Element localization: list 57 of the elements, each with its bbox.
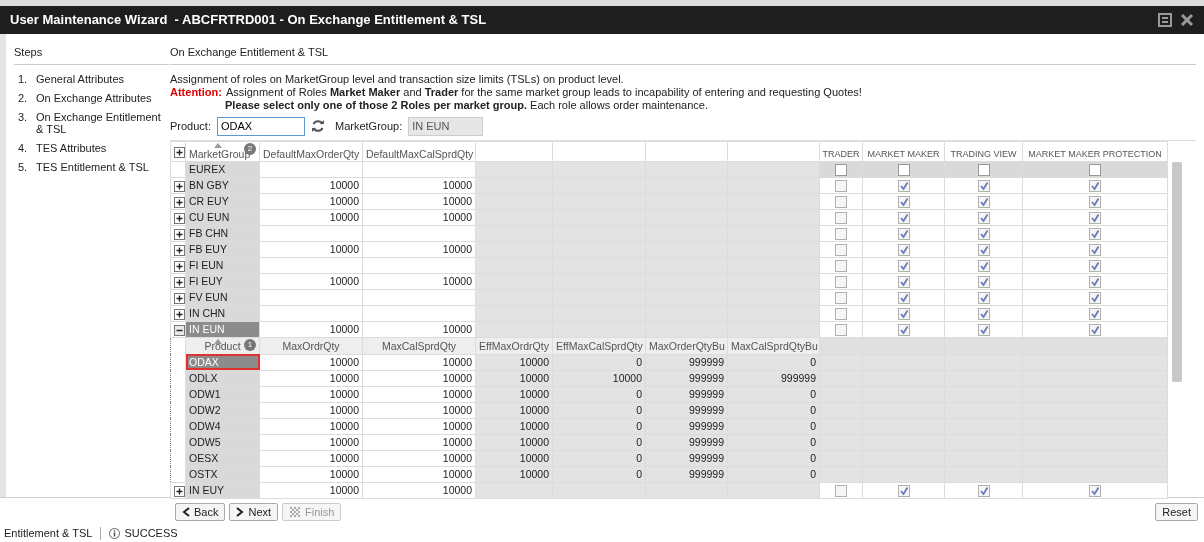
column-header[interactable]: MARKET MAKER <box>862 141 945 161</box>
column-header[interactable]: TRADER <box>819 141 863 161</box>
expand-icon[interactable] <box>174 180 185 192</box>
refresh-icon[interactable] <box>310 119 325 133</box>
expand-icon[interactable] <box>174 244 185 256</box>
step-item[interactable]: TES Entitlement & TSL <box>36 160 149 173</box>
window-title: User Maintenance Wizard - ABCFRTRD001 - On Exchange Entitlement & TSL <box>10 11 487 30</box>
close-icon[interactable] <box>1180 13 1194 27</box>
step-item[interactable]: On Exchange Entitlement & TSL <box>36 110 166 135</box>
expand-icon[interactable] <box>174 260 185 272</box>
expand-icon[interactable] <box>174 212 185 224</box>
sort-arrow-icon <box>214 142 222 148</box>
market-group-field: IN EUN <box>408 116 484 136</box>
scrollbar-thumb[interactable] <box>1172 161 1182 382</box>
steps-heading: Steps <box>14 44 169 65</box>
section-heading: On Exchange Entitlement & TSL <box>170 44 1196 65</box>
status-page: Entitlement & TSL <box>4 526 93 542</box>
column-header[interactable]: MARKET MAKER PROTECTION <box>1022 141 1168 161</box>
product-field[interactable]: ODAX <box>216 116 305 136</box>
step-item[interactable]: TES Attributes <box>36 141 107 154</box>
checkbox[interactable] <box>1089 164 1101 176</box>
checkbox[interactable] <box>897 164 910 176</box>
warning-text: Assignment of Roles Market Maker and Trader for the same market group leads to incapability of entering and requesting Quotes! <box>225 85 862 99</box>
reset-button[interactable]: Reset <box>1155 502 1198 521</box>
step-number: 4. <box>18 141 29 154</box>
expand-icon[interactable] <box>174 292 185 304</box>
restore-icon[interactable] <box>1158 13 1172 27</box>
step-item[interactable]: General Attributes <box>36 72 125 85</box>
info-text: Assignment of roles on MarketGroup level and transaction size limits (TSLs) on product level. <box>170 72 625 86</box>
sort-order-badge: 1 <box>244 338 256 351</box>
expand-all-icon[interactable] <box>174 146 185 158</box>
status-text: SUCCESS <box>124 526 178 542</box>
checkbox[interactable] <box>835 164 847 176</box>
checkbox[interactable] <box>977 164 990 176</box>
expand-icon[interactable] <box>174 308 185 320</box>
column-header[interactable]: DefaultMaxOrderQty <box>259 141 363 161</box>
expand-icon[interactable] <box>174 228 185 240</box>
step-number: 3. <box>18 110 29 125</box>
next-button[interactable]: Next <box>229 502 279 521</box>
expand-icon[interactable] <box>174 276 185 288</box>
step-number: 2. <box>18 91 29 104</box>
field-label: Product: <box>170 118 211 134</box>
checkered-flag-icon <box>289 505 302 518</box>
step-number: 1. <box>18 72 29 85</box>
expand-icon[interactable] <box>174 485 185 497</box>
attention-label: Attention: <box>170 85 222 99</box>
step-item[interactable]: On Exchange Attributes <box>36 91 152 104</box>
column-header[interactable]: DefaultMaxCalSprdQty <box>362 141 476 161</box>
expand-icon[interactable] <box>174 196 185 208</box>
collapse-icon[interactable] <box>174 324 185 336</box>
step-number: 5. <box>18 160 29 173</box>
sort-arrow-icon <box>214 338 222 344</box>
hint-text: Please select only one of those 2 Roles per market group. Each role allows order maintenance. <box>224 98 708 112</box>
column-header[interactable]: TRADING VIEW <box>944 141 1023 161</box>
back-button[interactable]: Back <box>175 502 226 521</box>
info-icon <box>109 528 121 539</box>
field-label: MarketGroup: <box>334 118 403 134</box>
